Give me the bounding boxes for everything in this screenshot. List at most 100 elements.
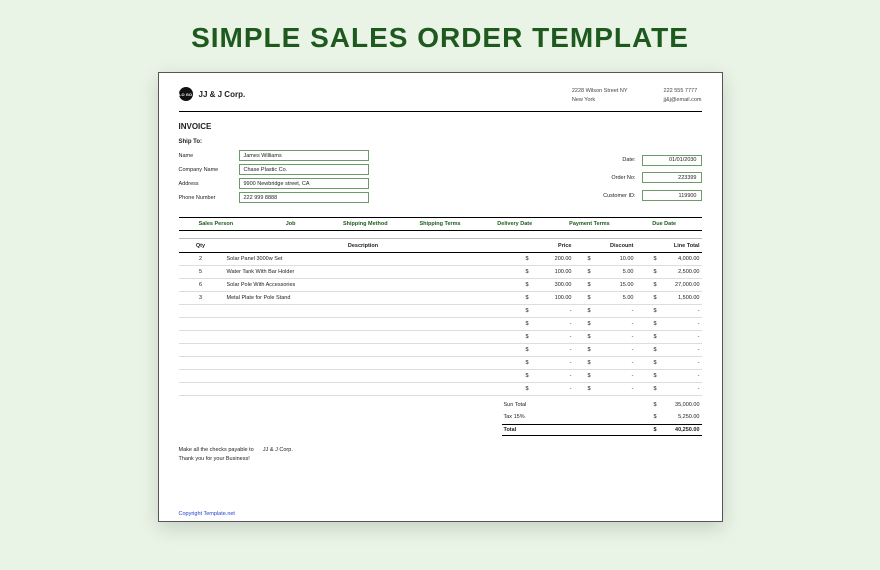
- table-row: 2Solar Panel 3000w Set$200.00$10.00$4,00…: [179, 253, 702, 266]
- cell-discount: $15.00: [572, 282, 634, 288]
- address-line-2: New York: [572, 96, 628, 105]
- cell-discount: $-: [572, 334, 634, 340]
- table-row: 5Water Tank With Bar Holder$100.00$5.00$…: [179, 266, 702, 279]
- cell-price: $-: [500, 360, 572, 366]
- header-shipping-terms: Shipping Terms: [403, 221, 478, 227]
- cell-discount: $5.00: [572, 269, 634, 275]
- header-salesperson: Sales Person: [179, 221, 254, 227]
- shipto-address-label: Address: [179, 181, 239, 187]
- total-label: Total: [504, 427, 517, 433]
- footer-note: Make all the checks payable to JJ & J Co…: [179, 446, 702, 464]
- header-job: Job: [253, 221, 328, 227]
- shipto-phone-field[interactable]: 222 999 8888: [239, 192, 369, 203]
- meta-customerid-field[interactable]: 119900: [642, 190, 702, 201]
- cell-qty: 3: [179, 295, 223, 301]
- tax-label: Tax 15%: [504, 414, 525, 420]
- cell-desc: Metal Plate for Pole Stand: [223, 295, 500, 301]
- table-row: $-$-$-: [179, 383, 702, 396]
- invoice-sheet: LO GO JJ & J Corp. 2228 Wilson Street NY…: [158, 72, 723, 522]
- currency-symbol: $: [654, 414, 662, 420]
- company-name: JJ & J Corp.: [199, 90, 246, 99]
- cell-linetotal: $-: [634, 360, 702, 366]
- cell-linetotal: $-: [634, 321, 702, 327]
- items-header-row: Qty Description Price Discount Line Tota…: [179, 239, 702, 253]
- cell-price: $100.00: [500, 269, 572, 275]
- items-header-price: Price: [500, 243, 572, 249]
- table-row: $-$-$-: [179, 357, 702, 370]
- order-meta-fields: Date: 01/01/2030 Order No: 223399 Custom…: [592, 153, 702, 203]
- shipto-row: Ship To: Name James Williams Company Nam…: [179, 139, 702, 203]
- brand-block: LO GO JJ & J Corp.: [179, 87, 246, 101]
- address-line-1: 2228 Wilson Street NY: [572, 87, 628, 96]
- meta-date-field[interactable]: 01/01/2030: [642, 155, 702, 166]
- tax-value: 5,250.00: [662, 414, 700, 420]
- cell-discount: $-: [572, 386, 634, 392]
- table-row: $-$-$-: [179, 344, 702, 357]
- meta-orderno-field[interactable]: 223399: [642, 172, 702, 183]
- cell-linetotal: $-: [634, 373, 702, 379]
- shipto-company-label: Company Name: [179, 167, 239, 173]
- cell-linetotal: $-: [634, 386, 702, 392]
- shipto-name-label: Name: [179, 153, 239, 159]
- cell-discount: $-: [572, 308, 634, 314]
- cell-linetotal: $2,500.00: [634, 269, 702, 275]
- currency-symbol: $: [654, 402, 662, 408]
- cell-price: $-: [500, 334, 572, 340]
- payable-to: JJ & J Corp.: [263, 447, 293, 453]
- payable-prefix: Make all the checks payable to: [179, 447, 254, 453]
- cell-qty: 5: [179, 269, 223, 275]
- shipto-fields: Ship To: Name James Williams Company Nam…: [179, 139, 369, 203]
- cell-desc: Solar Pole With Accessories: [223, 282, 500, 288]
- shipto-title: Ship To:: [179, 139, 369, 145]
- cell-qty: 2: [179, 256, 223, 262]
- shipping-section-headers: Sales Person Job Shipping Method Shippin…: [179, 217, 702, 231]
- subtotal-value: 35,000.00: [662, 402, 700, 408]
- contact-columns: 2228 Wilson Street NY New York 222 555 7…: [572, 87, 702, 105]
- cell-discount: $10.00: [572, 256, 634, 262]
- cell-price: $-: [500, 347, 572, 353]
- cell-price: $200.00: [500, 256, 572, 262]
- logo-icon: LO GO: [179, 87, 193, 101]
- invoice-header: LO GO JJ & J Corp. 2228 Wilson Street NY…: [179, 87, 702, 112]
- items-header-qty: Qty: [179, 243, 223, 249]
- shipto-phone-label: Phone Number: [179, 195, 239, 201]
- copyright-link[interactable]: Copyright Template.net: [179, 511, 235, 517]
- thanks-line: Thank you for your Business!: [179, 456, 250, 462]
- cell-price: $100.00: [500, 295, 572, 301]
- table-row: $-$-$-: [179, 318, 702, 331]
- header-shipping-method: Shipping Method: [328, 221, 403, 227]
- shipto-company-field[interactable]: Chase Plastic Co.: [239, 164, 369, 175]
- tax-row: Tax 15% $5,250.00: [502, 412, 702, 422]
- table-row: 6Solar Pole With Accessories$300.00$15.0…: [179, 279, 702, 292]
- cell-linetotal: $-: [634, 334, 702, 340]
- meta-orderno-label: Order No:: [592, 175, 642, 181]
- items-header-discount: Discount: [572, 243, 634, 249]
- subtotal-row: Sun Total $35,000.00: [502, 400, 702, 410]
- cell-discount: $-: [572, 347, 634, 353]
- cell-linetotal: $1,500.00: [634, 295, 702, 301]
- items-header-desc: Description: [223, 243, 500, 249]
- total-row: Total $40,250.00: [502, 424, 702, 436]
- subtotal-label: Sun Total: [504, 402, 527, 408]
- contact-phone: 222 555 7777: [664, 87, 702, 96]
- total-value: 40,250.00: [662, 427, 700, 433]
- cell-linetotal: $27,000.00: [634, 282, 702, 288]
- cell-linetotal: $-: [634, 308, 702, 314]
- shipto-address-field[interactable]: 9900 Newbridge street, CA: [239, 178, 369, 189]
- table-row: 3Metal Plate for Pole Stand$100.00$5.00$…: [179, 292, 702, 305]
- page-title: SIMPLE SALES ORDER TEMPLATE: [191, 22, 689, 54]
- cell-desc: Solar Panel 3000w Set: [223, 256, 500, 262]
- shipto-name-field[interactable]: James Williams: [239, 150, 369, 161]
- header-due-date: Due Date: [627, 221, 702, 227]
- cell-desc: Water Tank With Bar Holder: [223, 269, 500, 275]
- cell-discount: $5.00: [572, 295, 634, 301]
- items-body: 2Solar Panel 3000w Set$200.00$10.00$4,00…: [179, 253, 702, 396]
- cell-qty: 6: [179, 282, 223, 288]
- meta-customerid-label: Customer ID:: [592, 193, 642, 199]
- table-row: $-$-$-: [179, 370, 702, 383]
- cell-discount: $-: [572, 373, 634, 379]
- header-payment-terms: Payment Terms: [552, 221, 627, 227]
- cell-price: $-: [500, 386, 572, 392]
- table-row: $-$-$-: [179, 331, 702, 344]
- meta-date-label: Date:: [592, 157, 642, 163]
